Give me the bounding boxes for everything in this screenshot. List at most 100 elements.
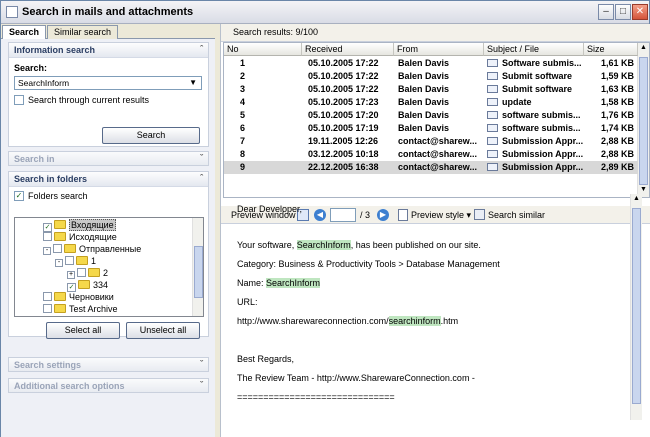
results-scrollbar[interactable]: ▲ ▼ xyxy=(637,43,649,197)
cell-size: 1,58 KB xyxy=(600,97,634,107)
table-row[interactable]: 2 05.10.2005 17:22 Balen Davis Submit softw… xyxy=(224,70,638,83)
tab-strip: Search Similar search xyxy=(1,24,215,40)
subject-text: software submis... xyxy=(502,110,581,120)
tree-scrollbar-thumb[interactable] xyxy=(194,246,203,298)
tree-checkbox[interactable] xyxy=(53,244,62,253)
tree-item-label: 2 xyxy=(103,268,109,278)
results-scrollbar-thumb[interactable] xyxy=(639,57,648,185)
table-row[interactable]: 4 05.10.2005 17:23 Balen Davis update 1,58 K… xyxy=(224,96,638,109)
cell-size: 1,63 KB xyxy=(600,84,634,94)
tree-item[interactable]: - Отправленные xyxy=(43,244,141,256)
scroll-up-icon[interactable]: ▲ xyxy=(632,195,641,205)
cell-no: 3 xyxy=(240,84,246,94)
cell-from: contact@sharew... xyxy=(398,162,477,172)
cell-received: 05.10.2005 17:22 xyxy=(308,84,379,94)
subject-text: Submit software xyxy=(502,71,573,81)
table-row[interactable]: 8 03.12.2005 10:18 contact@sharew... Submis… xyxy=(224,148,638,161)
scroll-up-icon[interactable]: ▲ xyxy=(639,44,648,54)
search-input[interactable]: SearchInform ▼ xyxy=(14,76,202,90)
column-header[interactable]: No xyxy=(224,43,302,56)
column-header[interactable]: From xyxy=(394,43,484,56)
subject-text: Submission Appr... xyxy=(502,136,583,146)
column-header[interactable]: Subject / File xyxy=(484,43,584,56)
additional-options-header[interactable]: Additional search options ˇ xyxy=(8,378,209,393)
table-row[interactable]: 6 05.10.2005 17:19 Balen Davis software sub… xyxy=(224,122,638,135)
minimize-icon[interactable]: – xyxy=(598,4,614,20)
information-search-header[interactable]: Information search ˆ xyxy=(9,43,208,58)
expander-icon[interactable]: - xyxy=(43,247,51,255)
column-header[interactable]: Size xyxy=(584,43,638,56)
cell-received: 19.11.2005 12:26 xyxy=(308,136,379,146)
tree-item[interactable]: Исходящие xyxy=(43,232,117,244)
search-hit-highlight: SearchInform xyxy=(266,278,321,288)
cell-from: Balen Davis xyxy=(398,84,450,94)
cell-no: 7 xyxy=(240,136,246,146)
tree-scrollbar[interactable] xyxy=(192,218,203,316)
chevron-up-icon[interactable]: ˆ xyxy=(200,44,203,54)
envelope-icon xyxy=(487,85,498,93)
cell-no: 8 xyxy=(240,149,246,159)
search-in-folders-header[interactable]: Search in folders ˆ xyxy=(9,172,208,187)
folder-tree[interactable]: ✓ Входящие Исходящие - Отправленные -1 +2 ✓ 334 Ч… xyxy=(14,217,204,317)
cell-no: 2 xyxy=(240,71,246,81)
tree-item[interactable]: Test Archive xyxy=(43,304,118,316)
chevron-down-icon[interactable]: ˇ xyxy=(200,359,203,369)
search-hit-highlight: searchinform xyxy=(388,316,441,326)
tab-similar-search[interactable]: Similar search xyxy=(47,25,119,39)
cell-from: contact@sharew... xyxy=(398,149,477,159)
tree-checkbox[interactable] xyxy=(43,304,52,313)
table-row[interactable]: 7 19.11.2005 12:26 contact@sharew... Submis… xyxy=(224,135,638,148)
search-settings-panel: Search settings ˇ xyxy=(8,357,209,372)
chevron-down-icon[interactable]: ˇ xyxy=(200,380,203,390)
maximize-icon[interactable]: □ xyxy=(615,4,631,20)
subject-text: update xyxy=(502,97,532,107)
table-row[interactable]: 9 22.12.2005 16:38 contact@sharew... Submis… xyxy=(224,161,638,174)
table-row[interactable]: 5 05.10.2005 17:20 Balen Davis software sub… xyxy=(224,109,638,122)
preview-scrollbar[interactable]: ▲ xyxy=(630,194,642,420)
tree-checkbox[interactable]: ✓ xyxy=(43,223,52,232)
left-pane: Search Similar search Information search… xyxy=(1,24,215,437)
main-window: Search in mails and attachments – □ ✕ Se… xyxy=(0,0,650,437)
expander-icon[interactable]: + xyxy=(67,271,75,279)
tab-search[interactable]: Search xyxy=(2,25,47,40)
preview-scrollbar-thumb[interactable] xyxy=(632,208,641,404)
tree-checkbox[interactable] xyxy=(43,232,52,241)
folder-icon xyxy=(88,268,100,277)
cell-size: 1,74 KB xyxy=(600,123,634,133)
chevron-down-icon[interactable]: ˇ xyxy=(200,153,203,163)
cell-no: 6 xyxy=(240,123,246,133)
chevron-up-icon[interactable]: ˆ xyxy=(200,173,203,183)
subject-text: Submission Appr... xyxy=(502,162,583,172)
subject-text: Submission Appr... xyxy=(502,149,583,159)
table-row[interactable]: 1 05.10.2005 17:22 Balen Davis Software sub… xyxy=(224,57,638,70)
window-title: Search in mails and attachments xyxy=(22,6,194,18)
tree-checkbox[interactable] xyxy=(43,292,52,301)
tree-checkbox[interactable] xyxy=(77,268,86,277)
preview-line: Dear Developer, xyxy=(237,204,303,214)
tree-item[interactable]: ✓ Входящие xyxy=(43,219,116,232)
cell-subject: software submis... xyxy=(487,123,583,133)
results-table[interactable]: ▲ ▼ No Received From Subject / File Size 1 05.… xyxy=(223,42,650,198)
table-row[interactable]: 3 05.10.2005 17:22 Balen Davis Submit softw… xyxy=(224,83,638,96)
tree-item[interactable]: ✓ 334 xyxy=(67,280,108,292)
expander-icon[interactable]: - xyxy=(55,259,63,267)
search-button[interactable]: Search xyxy=(102,127,200,144)
tree-item[interactable]: -1 xyxy=(55,256,96,268)
dropdown-arrow-icon[interactable]: ▼ xyxy=(189,78,197,87)
tree-item[interactable]: Черновики xyxy=(43,292,114,304)
cell-no: 9 xyxy=(240,162,246,172)
tree-item[interactable]: +2 xyxy=(67,268,108,280)
column-header[interactable]: Received xyxy=(302,43,394,56)
search-in-header[interactable]: Search in ˇ xyxy=(8,151,209,166)
close-icon[interactable]: ✕ xyxy=(632,4,648,20)
folder-icon xyxy=(76,256,88,265)
search-through-checkbox[interactable] xyxy=(14,95,24,105)
search-settings-header[interactable]: Search settings ˇ xyxy=(8,357,209,372)
tree-checkbox[interactable]: ✓ xyxy=(67,283,76,292)
folders-search-checkbox[interactable]: ✓ xyxy=(14,191,24,201)
unselect-all-button[interactable]: Unselect all xyxy=(126,322,200,339)
select-all-button[interactable]: Select all xyxy=(46,322,120,339)
results-summary: Search results: 9/100 xyxy=(221,24,650,42)
search-options-area: Information search ˆ Search: SearchInform… xyxy=(1,39,215,437)
tree-checkbox[interactable] xyxy=(65,256,74,265)
